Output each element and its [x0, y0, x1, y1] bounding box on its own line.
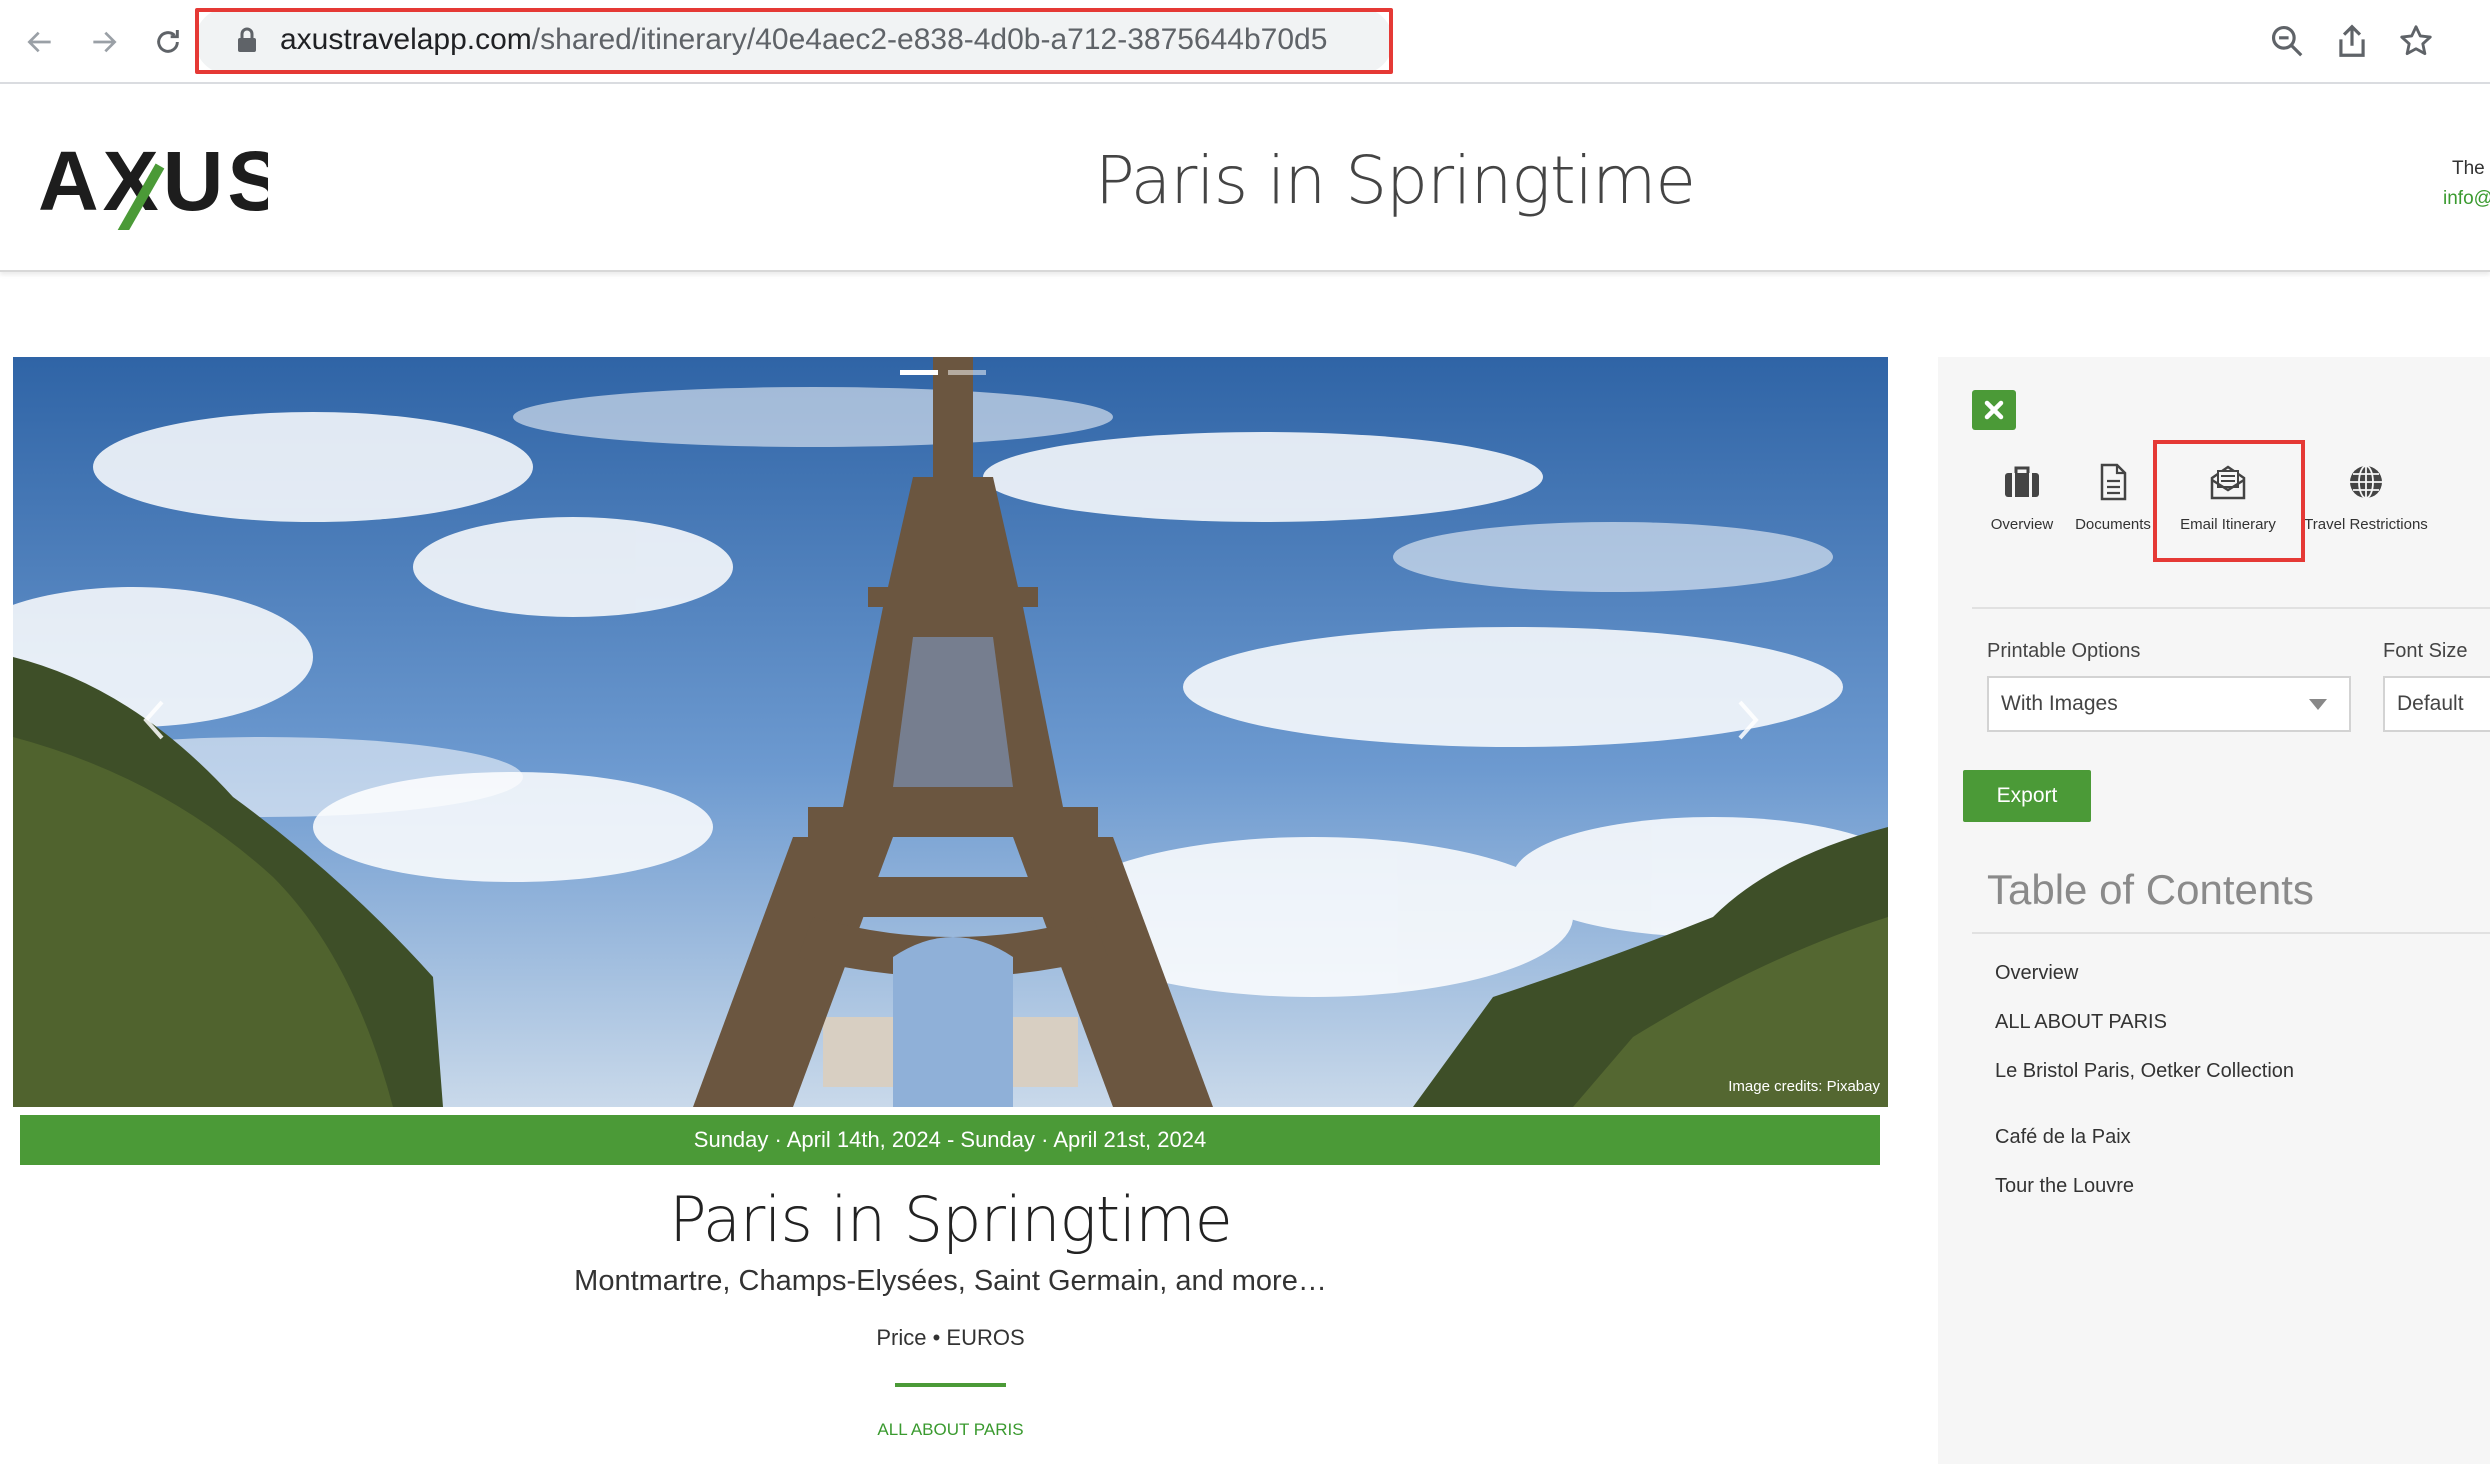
bookmark-star-icon[interactable] — [2397, 22, 2435, 60]
font-size-value: Default — [2397, 692, 2464, 715]
trip-date-range: Sunday · April 14th, 2024 - Sunday · Apr… — [20, 1115, 1880, 1165]
section-divider — [895, 1383, 1006, 1387]
back-icon[interactable] — [18, 20, 62, 64]
all-about-paris-link[interactable]: ALL ABOUT PARIS — [13, 1420, 1888, 1440]
browser-toolbar: axustravelapp.com/shared/itinerary/40e4a… — [0, 0, 2490, 84]
carousel-indicator-active[interactable] — [900, 370, 938, 375]
carousel-next-chevron-icon[interactable] — [1728, 690, 1768, 750]
reload-icon[interactable] — [146, 20, 190, 64]
toc-title: Table of Contents — [1987, 866, 2314, 913]
url-highlight-box — [195, 8, 1393, 74]
document-icon — [2070, 462, 2156, 506]
font-size-label: Font Size — [2383, 640, 2468, 662]
carousel-prev-chevron-icon[interactable] — [134, 690, 174, 750]
site-header: AXUS Paris in Springtime The info@ — [0, 84, 2490, 272]
toc-item-all-about-paris[interactable]: ALL ABOUT PARIS — [1995, 1011, 2167, 1034]
chevron-down-icon — [2309, 699, 2327, 710]
tool-documents[interactable]: Documents — [2070, 462, 2156, 542]
tool-label: Documents — [2075, 516, 2151, 533]
share-icon[interactable] — [2333, 22, 2371, 60]
toc-item-le-bristol[interactable]: Le Bristol Paris, Oetker Collection — [1995, 1060, 2294, 1083]
font-size-select[interactable]: Default — [2383, 676, 2490, 732]
page-title: Paris in Springtime — [1094, 142, 1696, 219]
export-button[interactable]: Export — [1963, 770, 2091, 822]
tool-travel-restrictions[interactable]: Travel Restrictions — [2298, 462, 2434, 542]
close-sidebar-button[interactable] — [1972, 390, 2016, 430]
zoom-icon[interactable] — [2268, 22, 2306, 60]
toc-item-cafe-de-la-paix[interactable]: Café de la Paix — [1995, 1126, 2131, 1149]
briefcase-icon — [1985, 462, 2059, 506]
carousel-indicator[interactable] — [948, 370, 986, 375]
agency-email-link[interactable]: info@ — [2443, 188, 2490, 210]
close-icon — [1984, 400, 2004, 420]
forward-icon[interactable] — [82, 20, 126, 64]
sidebar-divider — [1972, 607, 2490, 609]
trip-subtitle: Montmartre, Champs-Elysées, Saint Germai… — [574, 1265, 1327, 1297]
printable-options-select[interactable]: With Images — [1987, 676, 2351, 732]
globe-icon — [2298, 462, 2434, 506]
tool-label: Overview — [1990, 516, 2054, 533]
tool-label: Travel Restrictions — [2304, 516, 2428, 533]
trip-title: Paris in Springtime — [669, 1183, 1233, 1256]
email-itinerary-highlight-box — [2153, 440, 2305, 562]
printable-options-value: With Images — [2001, 692, 2118, 715]
hero-image — [13, 357, 1888, 1107]
toc-item-overview[interactable]: Overview — [1995, 962, 2078, 985]
tool-overview[interactable]: Overview — [1985, 462, 2059, 542]
trip-price: Price • EUROS — [876, 1325, 1025, 1350]
toc-divider — [1972, 932, 2490, 934]
image-credits: Image credits: Pixabay — [1728, 1078, 1880, 1095]
axus-logo[interactable]: AXUS — [38, 130, 283, 239]
printable-options-label: Printable Options — [1987, 640, 2141, 662]
toc-item-tour-the-louvre[interactable]: Tour the Louvre — [1995, 1175, 2134, 1198]
agency-name: The — [2452, 158, 2485, 179]
